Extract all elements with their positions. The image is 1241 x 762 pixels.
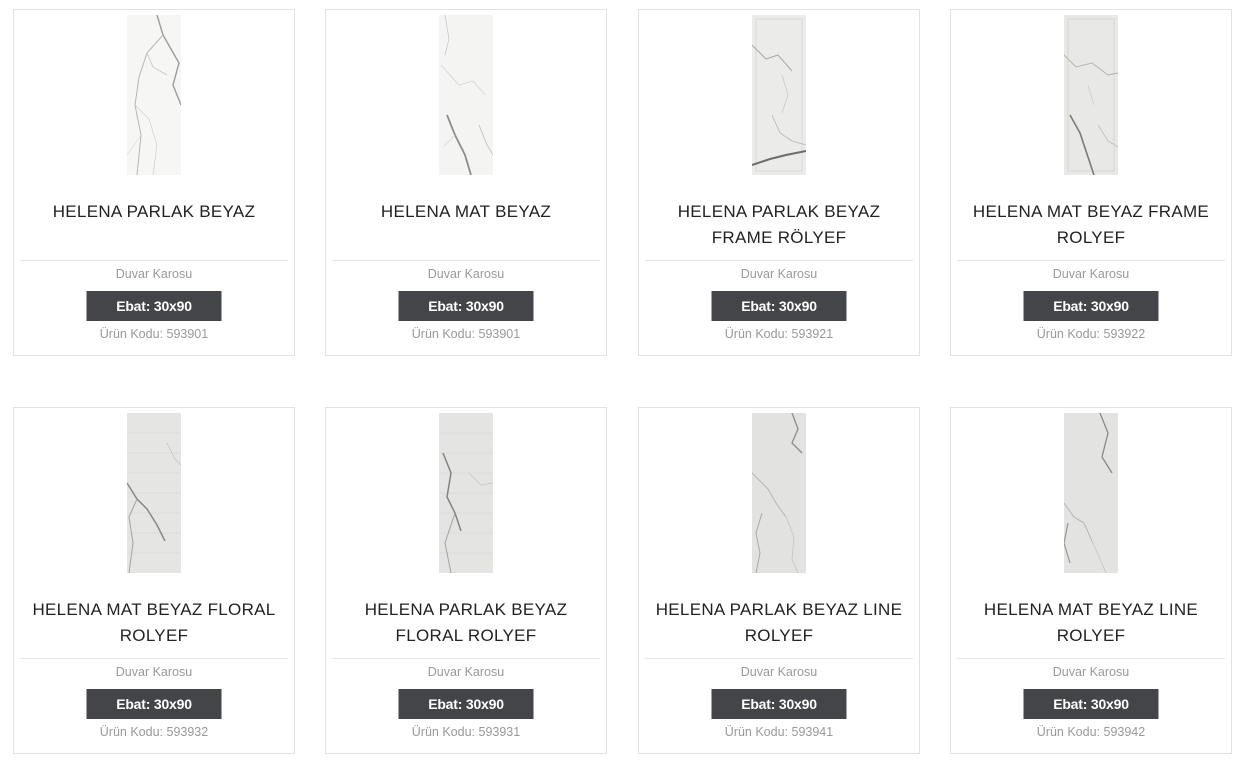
size-badge: Ebat: 30x90 [398,291,534,321]
size-badge: Ebat: 30x90 [711,689,847,719]
product-category: Duvar Karosu [427,665,505,679]
product-card[interactable]: HELENA MAT BEYAZ Duvar Karosu Ebat: 30x9… [325,9,607,356]
product-card[interactable]: HELENA PARLAK BEYAZ FLORAL ROLYEF Duvar … [325,407,607,754]
divider [20,658,288,659]
marble-tile-image [127,15,181,175]
product-card[interactable]: HELENA PARLAK BEYAZ FRAME RÖLYEF Duvar K… [638,9,920,356]
product-category: Duvar Karosu [115,665,193,679]
product-image[interactable] [127,413,181,573]
product-code: Ürün Kodu: 593941 [724,725,834,739]
divider [645,260,913,261]
product-image[interactable] [127,15,181,175]
divider [957,658,1225,659]
product-code: Ürün Kodu: 593921 [724,327,834,341]
marble-tile-image [752,15,806,175]
size-badge: Ebat: 30x90 [1023,689,1159,719]
product-image[interactable] [1064,15,1118,175]
product-title[interactable]: HELENA PARLAK BEYAZ FLORAL ROLYEF [336,597,596,649]
product-code: Ürün Kodu: 593922 [1036,327,1146,341]
size-badge: Ebat: 30x90 [1023,291,1159,321]
product-code: Ürün Kodu: 593901 [99,327,209,341]
marble-tile-image [1064,15,1118,175]
product-card[interactable]: HELENA PARLAK BEYAZ LINE ROLYEF Duvar Ka… [638,407,920,754]
product-title[interactable]: HELENA MAT BEYAZ LINE ROLYEF [961,597,1221,649]
product-title[interactable]: HELENA PARLAK BEYAZ LINE ROLYEF [649,597,909,649]
product-category: Duvar Karosu [1052,665,1130,679]
product-title[interactable]: HELENA MAT BEYAZ FRAME ROLYEF [961,199,1221,251]
divider [957,260,1225,261]
product-card[interactable]: HELENA PARLAK BEYAZ Duvar Karosu Ebat: 3… [13,9,295,356]
product-image[interactable] [439,413,493,573]
marble-tile-image [1064,413,1118,573]
marble-tile-image [127,413,181,573]
product-image[interactable] [752,15,806,175]
product-code: Ürün Kodu: 593931 [411,725,521,739]
size-badge: Ebat: 30x90 [711,291,847,321]
product-title[interactable]: HELENA PARLAK BEYAZ FRAME RÖLYEF [649,199,909,251]
product-card[interactable]: HELENA MAT BEYAZ FLORAL ROLYEF Duvar Kar… [13,407,295,754]
size-badge: Ebat: 30x90 [86,689,222,719]
product-grid: HELENA PARLAK BEYAZ Duvar Karosu Ebat: 3… [0,0,1241,762]
product-card[interactable]: HELENA MAT BEYAZ FRAME ROLYEF Duvar Karo… [950,9,1232,356]
product-category: Duvar Karosu [740,665,818,679]
marble-tile-image [752,413,806,573]
product-title[interactable]: HELENA MAT BEYAZ FLORAL ROLYEF [24,597,284,649]
product-code: Ürün Kodu: 593932 [99,725,209,739]
product-category: Duvar Karosu [115,267,193,281]
product-image[interactable] [752,413,806,573]
size-badge: Ebat: 30x90 [86,291,222,321]
product-category: Duvar Karosu [1052,267,1130,281]
marble-tile-image [439,413,493,573]
divider [20,260,288,261]
product-category: Duvar Karosu [740,267,818,281]
marble-tile-image [439,15,493,175]
divider [645,658,913,659]
product-card[interactable]: HELENA MAT BEYAZ LINE ROLYEF Duvar Karos… [950,407,1232,754]
product-image[interactable] [1064,413,1118,573]
product-image[interactable] [439,15,493,175]
product-category: Duvar Karosu [427,267,505,281]
product-title[interactable]: HELENA MAT BEYAZ [336,199,596,225]
product-code: Ürün Kodu: 593901 [411,327,521,341]
divider [332,658,600,659]
product-title[interactable]: HELENA PARLAK BEYAZ [24,199,284,225]
size-badge: Ebat: 30x90 [398,689,534,719]
divider [332,260,600,261]
product-code: Ürün Kodu: 593942 [1036,725,1146,739]
